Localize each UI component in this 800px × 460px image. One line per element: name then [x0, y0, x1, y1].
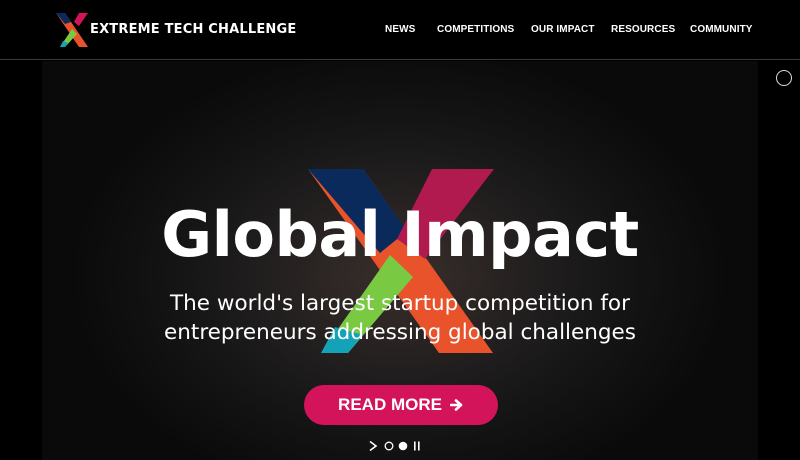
brand-name[interactable]: EXTREME TECH CHALLENGE [90, 22, 296, 37]
nav-news[interactable]: NEWS [385, 24, 415, 35]
slide-dot-icon[interactable] [384, 441, 394, 451]
read-more-label: READ MORE [338, 395, 442, 414]
slide-dot-active-icon[interactable] [398, 441, 408, 451]
nav-competitions[interactable]: COMPETITIONS [437, 24, 514, 35]
slider-controls [368, 438, 428, 454]
hero-title: Global Impact [161, 198, 639, 271]
pause-icon[interactable] [413, 441, 421, 451]
nav-community[interactable]: COMMUNITY [690, 24, 753, 35]
x-logo-icon[interactable] [55, 12, 89, 48]
hero-slider: Global Impact The world's largest startu… [0, 61, 800, 460]
read-more-button[interactable]: READ MORE [304, 385, 498, 425]
hero-subtitle: The world's largest startup competition … [164, 291, 636, 345]
nav-our-impact[interactable]: OUR IMPACT [531, 24, 595, 35]
circle-toggle-icon[interactable] [776, 70, 792, 86]
next-icon[interactable] [368, 440, 378, 452]
nav-resources[interactable]: RESOURCES [611, 24, 675, 35]
arrow-right-icon [449, 399, 463, 411]
top-navbar: EXTREME TECH CHALLENGE NEWS COMPETITIONS… [0, 0, 800, 60]
